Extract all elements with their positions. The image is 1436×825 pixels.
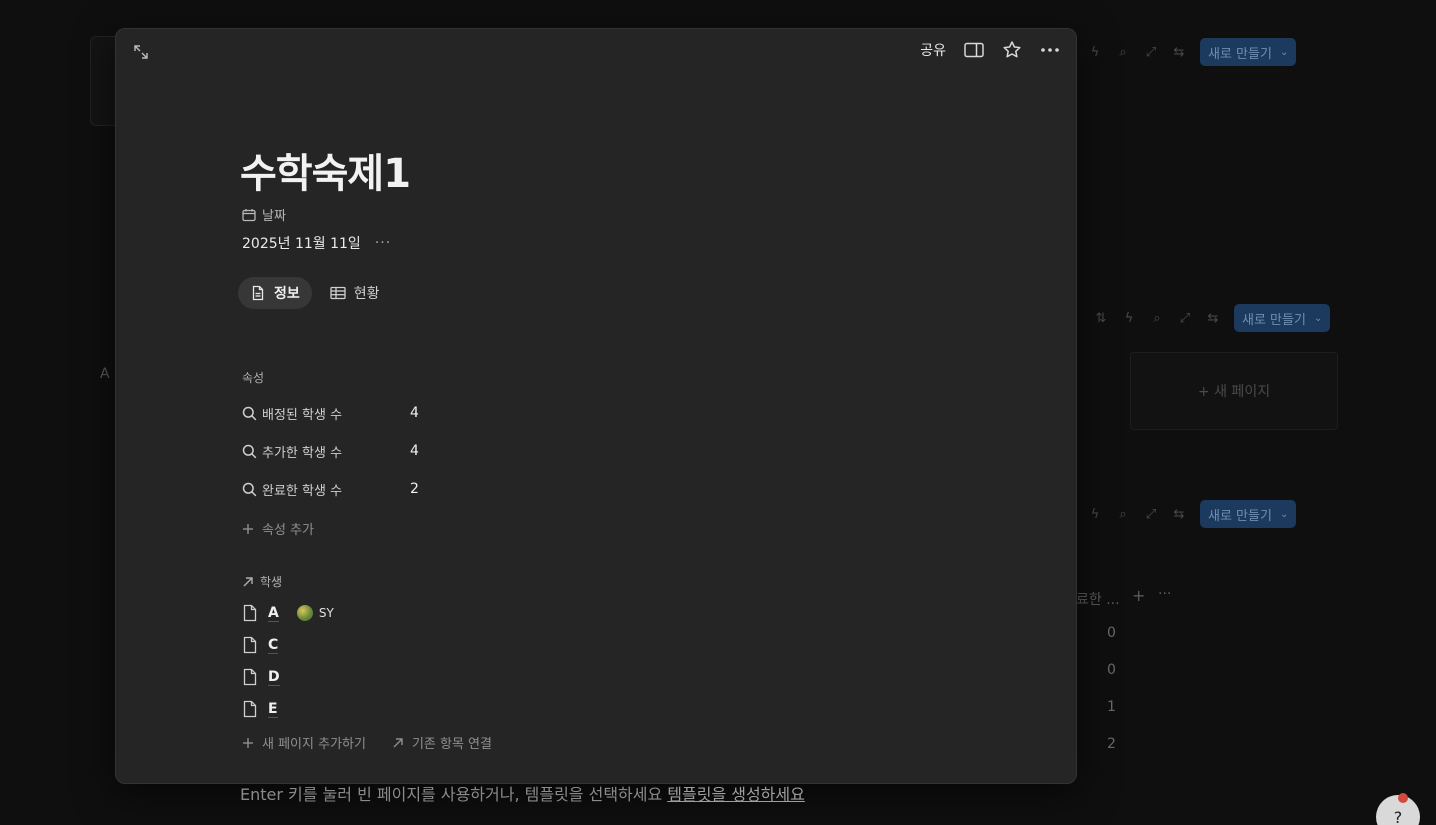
search-icon: ⌕ bbox=[1119, 44, 1127, 60]
background-toolbar: ϟ ⌕ ⤢ ⇆ 새로 만들기 ⌄ bbox=[1088, 500, 1297, 528]
property-value: 4 bbox=[410, 443, 419, 459]
property-row[interactable]: 배정된 학생 수 4 bbox=[242, 401, 442, 425]
background-cell: 2 bbox=[1107, 736, 1116, 752]
link-existing-button[interactable]: 기존 항목 연결 bbox=[392, 733, 492, 752]
background-cell: 0 bbox=[1107, 662, 1116, 678]
view-tabs: 정보 현황 bbox=[238, 277, 392, 309]
properties-section-label: 속성 bbox=[242, 371, 265, 385]
filter-icon: ⇆ bbox=[1207, 310, 1219, 326]
search-icon: ⌕ bbox=[1119, 506, 1127, 522]
help-icon: ? bbox=[1393, 807, 1403, 825]
date-value[interactable]: 2025년 11월 11일 bbox=[242, 233, 361, 253]
filter-icon: ⇆ bbox=[1173, 44, 1185, 60]
filter-icon: ⇆ bbox=[1173, 506, 1185, 522]
create-template-link[interactable]: 템플릿을 생성하세요 bbox=[667, 785, 805, 804]
property-value: 4 bbox=[410, 405, 419, 421]
lightning-icon: ϟ bbox=[1090, 506, 1100, 522]
page-icon bbox=[242, 604, 258, 622]
arrow-up-right-icon bbox=[242, 576, 254, 588]
relation-actions: 새 페이지 추가하기 기존 항목 연결 bbox=[242, 733, 492, 752]
lightning-icon: ϟ bbox=[1090, 44, 1100, 60]
plus-icon bbox=[242, 737, 254, 749]
plus-icon bbox=[242, 523, 254, 535]
expand-icon: ⤢ bbox=[1179, 310, 1191, 326]
page-icon bbox=[242, 700, 258, 718]
date-property-value[interactable]: 2025년 11월 11일 ··· bbox=[242, 233, 391, 253]
modal-header: 공유 bbox=[116, 29, 1076, 75]
user-chip[interactable]: SY bbox=[296, 605, 334, 621]
background-cell: 0 bbox=[1107, 625, 1116, 641]
side-panel-icon[interactable] bbox=[964, 40, 984, 60]
relation-section-label: 학생 bbox=[242, 573, 282, 590]
calendar-icon bbox=[242, 208, 256, 222]
table-icon bbox=[330, 285, 346, 301]
date-property-label: 날짜 bbox=[242, 205, 286, 224]
property-row[interactable]: 완료한 학생 수 2 bbox=[242, 477, 442, 501]
search-icon bbox=[242, 444, 257, 459]
new-button: 새로 만들기 ⌄ bbox=[1200, 38, 1297, 66]
help-button[interactable]: ? bbox=[1376, 793, 1420, 825]
page-peek-modal: 공유 수학숙제1 날짜 2025년 11월 11일 ··· 정보 현황 속성 배… bbox=[115, 28, 1077, 804]
search-icon bbox=[242, 406, 257, 421]
modal-actions: 공유 bbox=[920, 40, 1060, 60]
page-icon bbox=[242, 636, 258, 654]
chevron-down-icon: ⌄ bbox=[1279, 508, 1289, 520]
sort-icon: ⇅ bbox=[1095, 310, 1107, 326]
empty-page-hint: Enter 키를 눌러 빈 페이지를 사용하거나, 템플릿을 선택하세요 템플릿… bbox=[240, 785, 805, 804]
background-toolbar: ⇅ ϟ ⌕ ⤢ ⇆ 새로 만들기 ⌄ bbox=[1094, 304, 1331, 332]
new-button: 새로 만들기 ⌄ bbox=[1234, 304, 1331, 332]
relation-item[interactable]: C bbox=[242, 633, 279, 657]
new-button: 새로 만들기 ⌄ bbox=[1200, 500, 1297, 528]
relation-item-name: C bbox=[268, 636, 279, 654]
relation-item-name: D bbox=[268, 668, 280, 686]
property-value: 2 bbox=[410, 481, 419, 497]
tab-status[interactable]: 현황 bbox=[318, 277, 392, 309]
notification-dot bbox=[1398, 793, 1408, 803]
more-options-icon[interactable] bbox=[1040, 40, 1060, 60]
search-icon bbox=[242, 482, 257, 497]
background-toolbar: ϟ ⌕ ⤢ ⇆ 새로 만들기 ⌄ bbox=[1088, 38, 1297, 66]
lightning-icon: ϟ bbox=[1124, 310, 1134, 326]
background-cell: 1 bbox=[1107, 699, 1116, 715]
date-more-button[interactable]: ··· bbox=[375, 235, 391, 251]
relation-item[interactable]: D bbox=[242, 665, 280, 689]
more-icon: ··· bbox=[1158, 586, 1172, 602]
share-button[interactable]: 공유 bbox=[920, 40, 946, 60]
document-icon bbox=[250, 285, 266, 301]
chevron-down-icon: ⌄ bbox=[1313, 312, 1323, 324]
relation-item-name: E bbox=[268, 700, 278, 718]
relation-item[interactable]: A SY bbox=[242, 601, 334, 625]
favorite-star-icon[interactable] bbox=[1002, 40, 1022, 60]
relation-item[interactable]: E bbox=[242, 697, 278, 721]
add-new-page-button[interactable]: 새 페이지 추가하기 bbox=[242, 733, 366, 752]
plus-icon: + bbox=[1132, 586, 1146, 605]
add-property-button[interactable]: 속성 추가 bbox=[242, 519, 314, 538]
page-icon bbox=[242, 668, 258, 686]
arrow-up-right-icon bbox=[392, 737, 404, 749]
tab-info[interactable]: 정보 bbox=[238, 277, 312, 309]
search-icon: ⌕ bbox=[1153, 310, 1161, 326]
property-row[interactable]: 추가한 학생 수 4 bbox=[242, 439, 442, 463]
expand-icon: ⤢ bbox=[1145, 44, 1157, 60]
relation-item-name: A bbox=[268, 604, 279, 622]
open-full-page-icon[interactable] bbox=[132, 43, 150, 61]
avatar bbox=[296, 605, 313, 621]
background-column-header: 료한 ... bbox=[1076, 592, 1120, 608]
chevron-down-icon: ⌄ bbox=[1279, 46, 1289, 58]
background-new-page-panel: + 새 페이지 bbox=[1130, 352, 1338, 430]
expand-icon: ⤢ bbox=[1145, 506, 1157, 522]
background-letter: A bbox=[100, 366, 110, 382]
page-title[interactable]: 수학숙제1 bbox=[240, 141, 411, 199]
